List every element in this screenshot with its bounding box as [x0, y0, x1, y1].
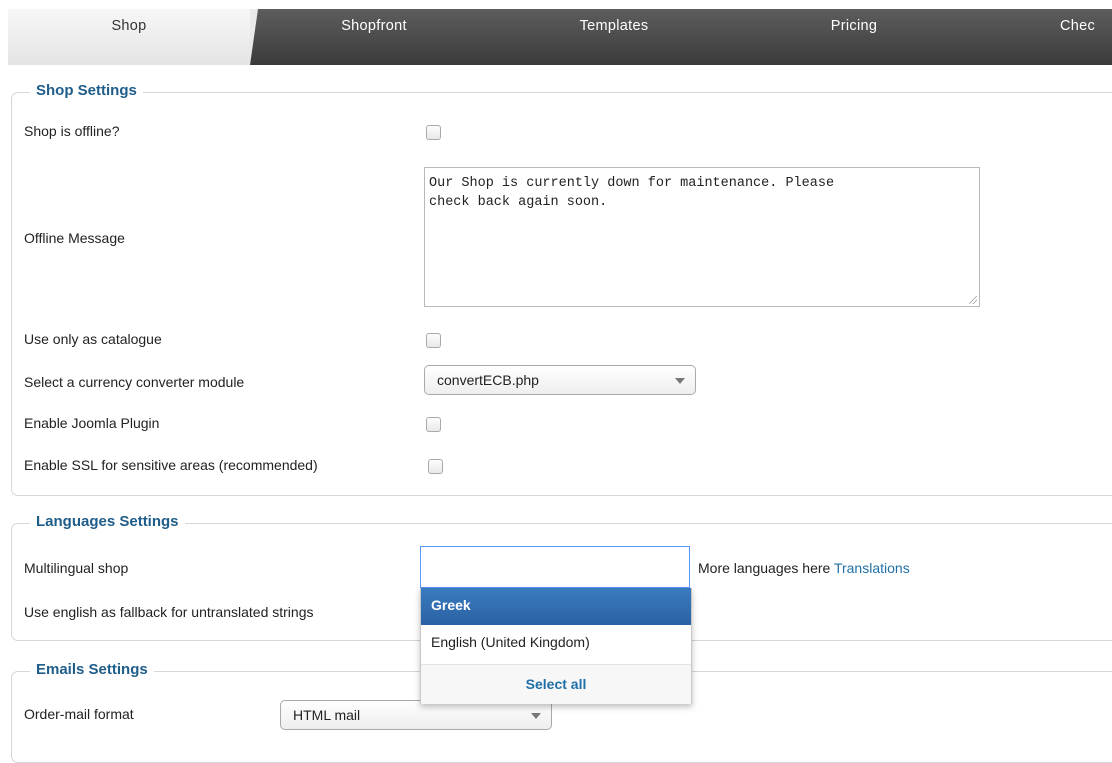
shop-settings-legend: Shop Settings — [30, 82, 143, 99]
resize-handle-icon[interactable] — [969, 296, 977, 304]
emails-settings-legend: Emails Settings — [30, 661, 154, 678]
order-mail-select-value: HTML mail — [293, 707, 361, 723]
fallback-label: Use english as fallback for untranslated… — [24, 604, 314, 620]
ssl-label: Enable SSL for sensitive areas (recommen… — [24, 457, 318, 473]
offline-message-text: Our Shop is currently down for maintenan… — [429, 176, 835, 210]
tab-label: Chec — [1060, 18, 1096, 34]
select-all-button[interactable]: Select all — [421, 664, 691, 704]
languages-settings-legend: Languages Settings — [30, 513, 185, 530]
order-mail-select[interactable]: HTML mail — [280, 700, 552, 730]
offline-label: Shop is offline? — [24, 123, 120, 139]
joomla-checkbox[interactable] — [426, 417, 441, 432]
order-mail-label: Order-mail format — [24, 706, 134, 722]
offline-message-textarea[interactable]: Our Shop is currently down for maintenan… — [424, 167, 980, 307]
catalogue-label: Use only as catalogue — [24, 331, 162, 347]
currency-label: Select a currency converter module — [24, 374, 245, 390]
offline-checkbox[interactable] — [426, 125, 441, 140]
joomla-label: Enable Joomla Plugin — [24, 415, 160, 431]
chevron-down-icon — [531, 713, 541, 719]
more-languages-label: More languages here — [698, 560, 831, 576]
ssl-checkbox[interactable] — [428, 459, 443, 474]
currency-select[interactable]: convertECB.php — [424, 365, 696, 395]
tab-shop[interactable]: Shop — [8, 9, 258, 65]
tab-shopfront[interactable]: Shopfront — [254, 9, 494, 65]
multilingual-search-input[interactable] — [420, 546, 690, 588]
chevron-down-icon — [675, 378, 685, 384]
currency-select-value: convertECB.php — [437, 372, 539, 388]
language-option-greek[interactable]: Greek — [421, 588, 691, 625]
more-languages-text: More languages here Translations — [698, 560, 910, 576]
multilingual-label: Multilingual shop — [24, 560, 129, 576]
language-option-english-uk[interactable]: English (United Kingdom) — [421, 625, 691, 662]
catalogue-checkbox[interactable] — [426, 333, 441, 348]
shop-settings-fieldset: Shop Settings Shop is offline? Offline M… — [11, 82, 1112, 496]
tab-label: Shop — [111, 18, 147, 34]
tab-bar: Shop Shopfront Templates Pricing Chec — [8, 9, 1112, 65]
tab-label: Templates — [579, 18, 649, 34]
offline-message-label: Offline Message — [24, 230, 125, 246]
tab-templates[interactable]: Templates — [494, 9, 734, 65]
tab-pricing[interactable]: Pricing — [734, 9, 974, 65]
language-dropdown: Greek English (United Kingdom) Select al… — [420, 588, 692, 704]
translations-link[interactable]: Translations — [834, 560, 910, 576]
tab-label: Shopfront — [341, 18, 407, 34]
tab-checkout[interactable]: Chec — [1048, 9, 1112, 65]
tab-label: Pricing — [830, 18, 878, 34]
